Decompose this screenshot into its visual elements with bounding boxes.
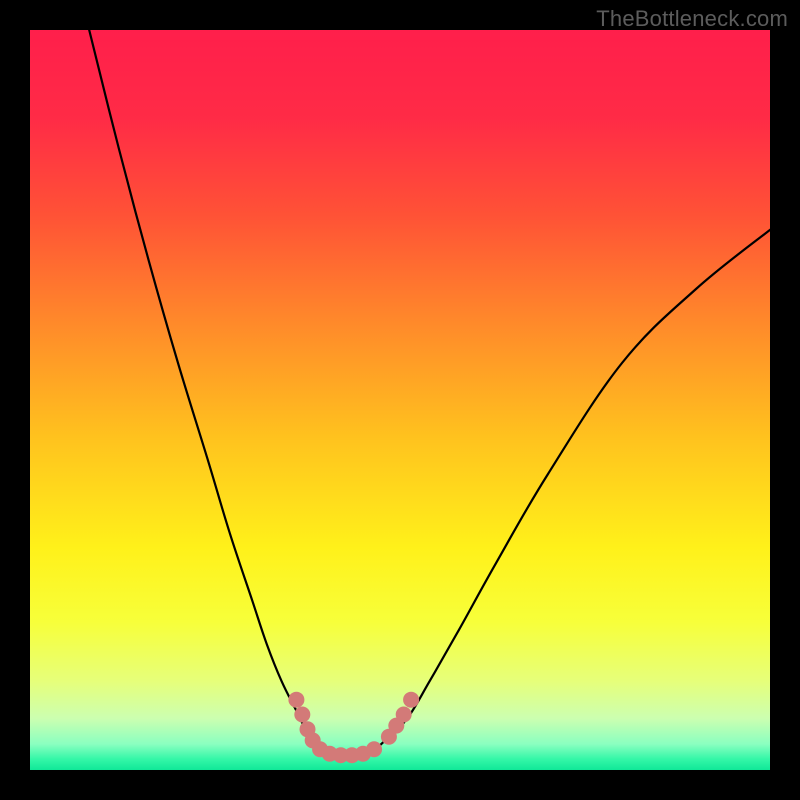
plot-area (30, 30, 770, 770)
trough-markers (288, 692, 419, 764)
curve-layer (30, 30, 770, 770)
chart-frame: TheBottleneck.com (0, 0, 800, 800)
trough-marker (294, 707, 310, 723)
bottleneck-curve (89, 30, 770, 756)
watermark-text: TheBottleneck.com (596, 6, 788, 32)
trough-marker (366, 741, 382, 757)
trough-marker (288, 692, 304, 708)
trough-marker (396, 707, 412, 723)
trough-marker (403, 692, 419, 708)
